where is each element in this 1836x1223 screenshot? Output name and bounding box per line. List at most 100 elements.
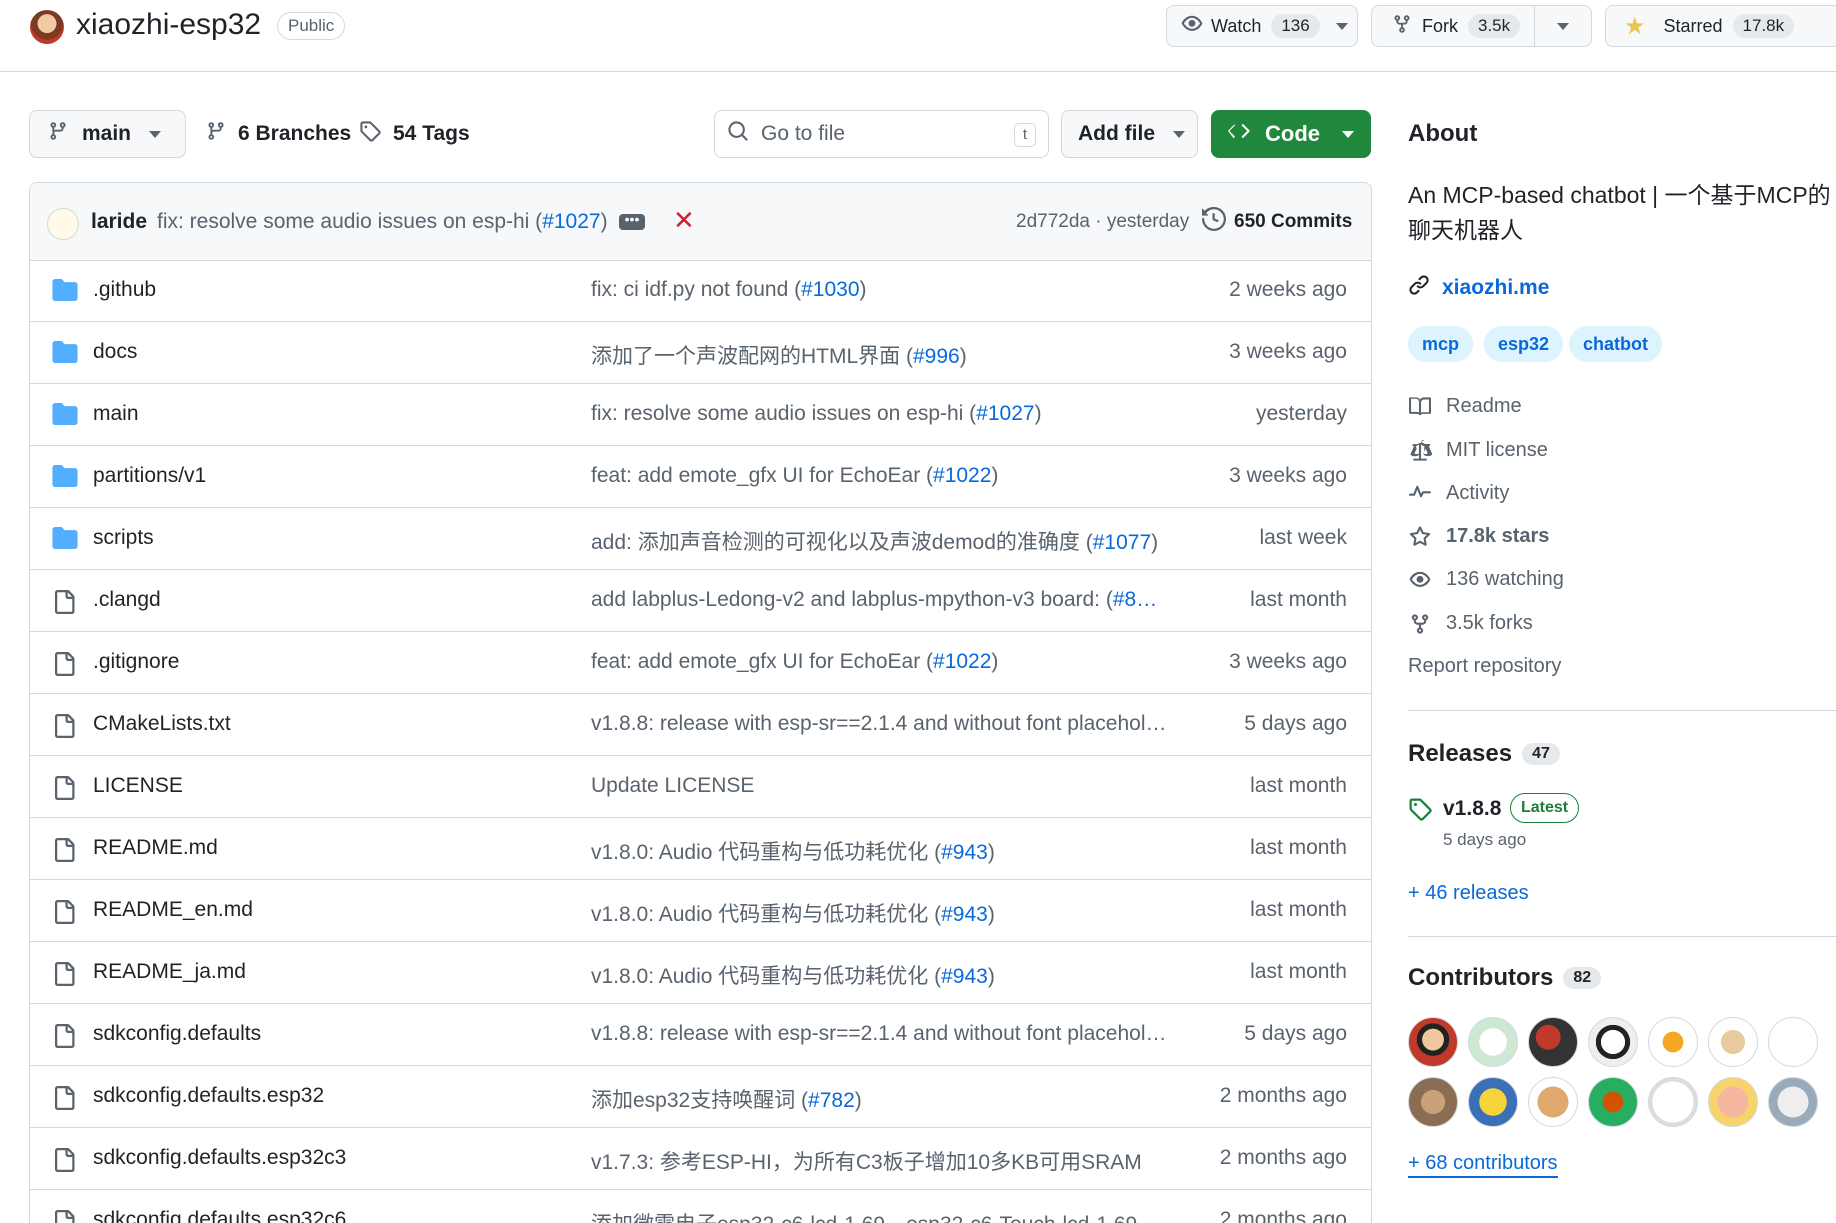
file-row[interactable]: .gitignore feat: add emote_gfx UI for Ech… bbox=[30, 633, 1371, 694]
watching-link[interactable]: 136 watching bbox=[1408, 568, 1564, 591]
file-name[interactable]: sdkconfig.defaults.esp32 bbox=[93, 1084, 324, 1108]
commit-pr-link[interactable]: #996 bbox=[913, 345, 960, 368]
contributor-avatar[interactable] bbox=[1708, 1017, 1758, 1067]
latest-release-tag[interactable]: v1.8.8 bbox=[1443, 797, 1501, 821]
file-commit-message[interactable]: v1.8.8: release with esp-sr==2.1.4 and w… bbox=[591, 712, 1167, 736]
file-commit-message[interactable]: fix: ci idf.py not found (#1030) bbox=[591, 278, 867, 302]
commit-message[interactable]: fix: resolve some audio issues on esp-hi… bbox=[157, 210, 608, 234]
file-name[interactable]: main bbox=[93, 402, 139, 426]
repo-name[interactable]: xiaozhi-esp32 bbox=[76, 8, 261, 42]
file-commit-message[interactable]: add: 添加声音检测的可视化以及声波demod的准确度 (#1077) bbox=[591, 526, 1158, 556]
file-commit-message[interactable]: add labplus-Ledong-v2 and labplus-mpytho… bbox=[591, 588, 1157, 612]
contributor-avatar[interactable] bbox=[1648, 1017, 1698, 1067]
file-commit-message[interactable]: v1.8.0: Audio 代码重构与低功耗优化 (#943) bbox=[591, 836, 995, 866]
file-name[interactable]: README_en.md bbox=[93, 898, 253, 922]
file-row[interactable]: CMakeLists.txt v1.8.8: release with esp-s… bbox=[30, 695, 1371, 756]
commit-pr-link[interactable]: #782 bbox=[808, 1089, 855, 1112]
report-repository-link[interactable]: Report repository bbox=[1408, 655, 1561, 678]
file-name[interactable]: docs bbox=[93, 340, 137, 364]
file-commit-message[interactable]: 添加了一个声波配网的HTML界面 (#996) bbox=[591, 340, 967, 370]
chevron-down-icon[interactable] bbox=[1557, 22, 1570, 30]
branches-link[interactable]: 6 Branches bbox=[206, 120, 351, 148]
contributor-avatar[interactable] bbox=[1528, 1017, 1578, 1067]
file-name[interactable]: partitions/v1 bbox=[93, 464, 206, 488]
status-failure-icon[interactable]: ✕ bbox=[673, 205, 695, 236]
file-commit-message[interactable]: v1.8.8: release with esp-sr==2.1.4 and w… bbox=[591, 1022, 1167, 1046]
forks-link[interactable]: 3.5k forks bbox=[1408, 612, 1533, 635]
file-row[interactable]: README_ja.md v1.8.0: Audio 代码重构与低功耗优化 (#9… bbox=[30, 943, 1371, 1004]
commit-pr-link[interactable]: #1077 bbox=[1093, 531, 1151, 554]
file-commit-message[interactable]: Update LICENSE bbox=[591, 774, 754, 798]
file-row[interactable]: sdkconfig.defaults.esp32c6 添加微雪电子esp32-c6… bbox=[30, 1191, 1371, 1223]
license-link[interactable]: MIT license bbox=[1408, 439, 1548, 462]
file-name[interactable]: .clangd bbox=[93, 588, 161, 612]
commit-hash-time[interactable]: 2d772da · yesterday bbox=[1016, 211, 1189, 233]
file-row[interactable]: LICENSE Update LICENSE last month bbox=[30, 757, 1371, 818]
file-row[interactable]: .github fix: ci idf.py not found (#1030) 2… bbox=[30, 261, 1371, 322]
file-commit-message[interactable]: 添加微雪电子esp32-c6-lcd-1.69、esp32-c6-Touch-l… bbox=[591, 1208, 1158, 1223]
contributor-avatar[interactable] bbox=[1768, 1077, 1818, 1127]
contributors-heading[interactable]: Contributors 82 bbox=[1408, 964, 1602, 992]
commit-pr-link[interactable]: #943 bbox=[941, 965, 988, 988]
commit-pr-link[interactable]: #1022 bbox=[933, 650, 991, 673]
commits-link[interactable]: 650 Commits bbox=[1201, 206, 1352, 237]
stars-link[interactable]: 17.8k stars bbox=[1408, 525, 1549, 548]
topic-tag[interactable]: chatbot bbox=[1569, 326, 1662, 362]
file-name[interactable]: scripts bbox=[93, 526, 154, 550]
commit-pr-link[interactable]: #943 bbox=[941, 841, 988, 864]
website-link[interactable]: xiaozhi.me bbox=[1408, 274, 1549, 302]
file-name[interactable]: sdkconfig.defaults bbox=[93, 1022, 261, 1046]
file-row[interactable]: main fix: resolve some audio issues on es… bbox=[30, 385, 1371, 446]
file-name[interactable]: sdkconfig.defaults.esp32c6 bbox=[93, 1208, 346, 1223]
contributor-avatar[interactable] bbox=[1468, 1077, 1518, 1127]
topic-tag[interactable]: mcp bbox=[1408, 326, 1474, 362]
file-name[interactable]: .github bbox=[93, 278, 156, 302]
go-to-file-input[interactable]: Go to file t bbox=[714, 110, 1049, 158]
file-row[interactable]: README.md v1.8.0: Audio 代码重构与低功耗优化 (#943)… bbox=[30, 819, 1371, 880]
code-button[interactable]: Code bbox=[1211, 110, 1371, 158]
commit-author[interactable]: laride bbox=[91, 210, 147, 234]
file-row[interactable]: docs 添加了一个声波配网的HTML界面 (#996) 3 weeks ago bbox=[30, 323, 1371, 384]
fork-button[interactable]: Fork 3.5k bbox=[1371, 5, 1592, 47]
commit-pr-link[interactable]: #1027 bbox=[542, 210, 600, 233]
more-releases-link[interactable]: + 46 releases bbox=[1408, 882, 1529, 905]
file-commit-message[interactable]: fix: resolve some audio issues on esp-hi… bbox=[591, 402, 1042, 426]
file-row[interactable]: sdkconfig.defaults.esp32 添加esp32支持唤醒词 (#7… bbox=[30, 1067, 1371, 1128]
file-commit-message[interactable]: feat: add emote_gfx UI for EchoEar (#102… bbox=[591, 464, 998, 488]
contributor-avatar[interactable] bbox=[1408, 1017, 1458, 1067]
commit-author-avatar[interactable] bbox=[47, 208, 79, 240]
owner-avatar[interactable] bbox=[30, 10, 64, 44]
contributor-avatar[interactable] bbox=[1588, 1077, 1638, 1127]
contributor-avatar[interactable] bbox=[1708, 1077, 1758, 1127]
commit-pr-link[interactable]: #1027 bbox=[976, 402, 1034, 425]
file-row[interactable]: sdkconfig.defaults v1.8.8: release with e… bbox=[30, 1005, 1371, 1066]
commit-pr-link[interactable]: #8… bbox=[1113, 588, 1157, 611]
contributor-avatar[interactable] bbox=[1648, 1077, 1698, 1127]
file-name[interactable]: .gitignore bbox=[93, 650, 179, 674]
file-row[interactable]: .clangd add labplus-Ledong-v2 and labplus… bbox=[30, 571, 1371, 632]
contributor-avatar[interactable] bbox=[1528, 1077, 1578, 1127]
file-name[interactable]: CMakeLists.txt bbox=[93, 712, 231, 736]
more-contributors-link[interactable]: + 68 contributors bbox=[1408, 1152, 1558, 1178]
branch-select[interactable]: main bbox=[29, 110, 186, 158]
file-name[interactable]: README_ja.md bbox=[93, 960, 246, 984]
contributor-avatar[interactable] bbox=[1768, 1017, 1818, 1067]
commit-pr-link[interactable]: #943 bbox=[941, 903, 988, 926]
file-row[interactable]: scripts add: 添加声音检测的可视化以及声波demod的准确度 (#10… bbox=[30, 509, 1371, 570]
file-name[interactable]: sdkconfig.defaults.esp32c3 bbox=[93, 1146, 346, 1170]
file-commit-message[interactable]: v1.8.0: Audio 代码重构与低功耗优化 (#943) bbox=[591, 898, 995, 928]
tags-link[interactable]: 54 Tags bbox=[359, 120, 470, 148]
watch-button[interactable]: Watch 136 bbox=[1166, 5, 1358, 47]
activity-link[interactable]: Activity bbox=[1408, 482, 1509, 505]
readme-link[interactable]: Readme bbox=[1408, 395, 1522, 418]
file-name[interactable]: README.md bbox=[93, 836, 218, 860]
file-row[interactable]: partitions/v1 feat: add emote_gfx UI for … bbox=[30, 447, 1371, 508]
ellipsis-expand-button[interactable]: ••• bbox=[619, 212, 645, 230]
commit-pr-link[interactable]: #1030 bbox=[801, 278, 859, 301]
file-name[interactable]: LICENSE bbox=[93, 774, 183, 798]
topic-tag[interactable]: esp32 bbox=[1484, 326, 1564, 362]
file-commit-message[interactable]: v1.7.3: 参考ESP-HI，为所有C3板子增加10多KB可用SRAM bbox=[591, 1146, 1142, 1176]
star-button[interactable]: ★ Starred 17.8k bbox=[1605, 5, 1836, 47]
commit-pr-link[interactable]: #1022 bbox=[933, 464, 991, 487]
chevron-down-icon[interactable] bbox=[1335, 22, 1348, 30]
